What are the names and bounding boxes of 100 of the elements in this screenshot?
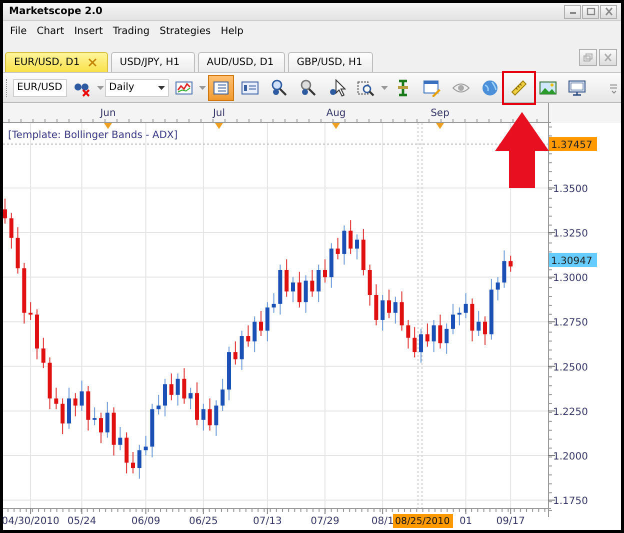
monitor-icon — [568, 78, 586, 96]
dropdown-field[interactable]: EUR/USD — [13, 78, 67, 96]
chart-tab[interactable]: USD/JPY, H1 — [110, 52, 195, 72]
candle — [67, 387, 71, 430]
window-title: Marketscope 2.0 — [9, 6, 102, 17]
candle — [489, 278, 494, 340]
table-icon — [212, 78, 230, 96]
candle — [457, 306, 462, 326]
price-label: 1.3500 — [553, 184, 588, 195]
zoom-out-icon — [299, 78, 317, 96]
candle — [425, 323, 430, 348]
candle — [444, 323, 449, 354]
candle — [451, 303, 456, 335]
candle — [34, 308, 39, 360]
candle — [508, 255, 513, 272]
menu-item[interactable]: Chart — [32, 26, 70, 36]
chart-tab[interactable]: GBP/USD, H1 — [288, 52, 374, 72]
close-icon — [602, 52, 614, 63]
candle — [169, 372, 174, 401]
candle — [252, 316, 257, 353]
candle — [156, 394, 161, 416]
month-label: Jul — [212, 108, 226, 119]
candle — [297, 271, 302, 308]
candle — [470, 298, 474, 342]
menu-item[interactable]: Help — [216, 26, 248, 36]
candle — [54, 387, 58, 410]
line-chart-icon — [175, 78, 193, 96]
price-label: 1.1750 — [553, 496, 588, 508]
menu-item[interactable]: Strategies — [154, 26, 216, 36]
candle — [137, 444, 142, 480]
close-button[interactable] — [600, 4, 617, 18]
cursor-date-tag: 08/25/2010 — [393, 514, 453, 528]
candle — [310, 270, 314, 298]
dropdown-caret-icon[interactable] — [199, 86, 206, 90]
candle — [304, 274, 308, 314]
price-label: 1.3250 — [553, 228, 588, 240]
chart-tab[interactable]: AUD/USD, D1 — [198, 52, 285, 72]
candle — [438, 314, 442, 349]
candle — [99, 412, 103, 444]
candle — [476, 310, 481, 337]
candle — [265, 302, 270, 342]
candle — [483, 316, 488, 346]
chart-tab[interactable]: EUR/USD, D1 — [5, 52, 108, 72]
candle — [323, 258, 327, 283]
candle — [342, 224, 346, 266]
date-label: 09/17 — [496, 516, 526, 527]
candle — [86, 385, 90, 432]
zoom-in-icon — [270, 78, 288, 96]
month-label: Sep — [430, 108, 450, 119]
price-label: 1.2000 — [553, 452, 588, 463]
date-label: 08/1 — [371, 516, 394, 527]
toolbar-button[interactable] — [208, 74, 234, 100]
date-label: 07/13 — [253, 516, 282, 527]
date-label: 07/29 — [310, 516, 340, 527]
candle — [48, 356, 52, 410]
candle — [41, 337, 46, 369]
candle — [400, 290, 404, 332]
menu-item[interactable]: File — [5, 26, 32, 36]
candle — [28, 302, 33, 320]
date-label: 01 — [459, 516, 472, 527]
candle — [80, 380, 84, 412]
candle — [22, 262, 26, 324]
maximize-button[interactable] — [582, 4, 599, 18]
date-label: 05/24 — [67, 516, 96, 527]
candle — [432, 319, 436, 353]
candle — [163, 378, 167, 417]
candle — [233, 340, 238, 366]
dropdown-caret-icon[interactable] — [381, 86, 388, 90]
menu-item[interactable]: Trading — [108, 26, 155, 36]
panel-icon — [241, 78, 259, 96]
candle — [176, 372, 180, 406]
candle — [272, 292, 276, 314]
restore-icon — [582, 52, 594, 63]
menu-item[interactable]: Insert — [69, 26, 108, 36]
candle — [259, 310, 263, 337]
pointer-icon — [328, 78, 346, 96]
candle — [368, 264, 372, 306]
caret-icon — [158, 86, 165, 90]
price-label: 1.2500 — [553, 362, 588, 374]
dropdown-caret-icon[interactable] — [97, 86, 104, 90]
candle — [182, 368, 186, 404]
candle — [502, 250, 506, 288]
candle — [131, 451, 135, 474]
window-pencil-icon — [423, 78, 441, 96]
candle — [284, 258, 289, 298]
candle — [214, 400, 218, 436]
candle — [464, 292, 468, 319]
date-label: 06/09 — [131, 516, 160, 527]
candle — [227, 346, 231, 401]
candle — [3, 198, 7, 224]
candle — [291, 276, 295, 303]
minimize-button[interactable] — [564, 4, 581, 18]
month-label: Aug — [326, 108, 346, 119]
candle — [336, 237, 340, 260]
price-label: 1.2250 — [553, 406, 588, 418]
candle — [380, 294, 385, 332]
candle — [92, 406, 97, 426]
dropdown-field[interactable]: Daily — [105, 78, 169, 96]
candle — [118, 426, 122, 451]
candle — [124, 432, 129, 474]
